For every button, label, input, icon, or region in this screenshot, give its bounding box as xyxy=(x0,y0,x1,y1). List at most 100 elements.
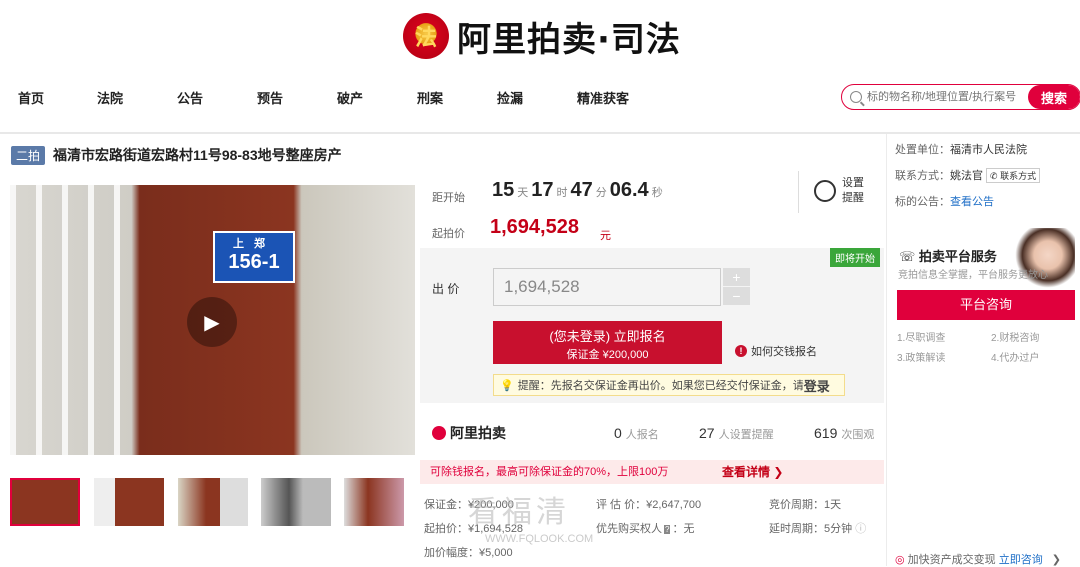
how-to-pay-text: 如何交钱报名 xyxy=(751,346,817,358)
unit-minutes: 分 xyxy=(595,187,607,199)
remind-label-2: 提醒 xyxy=(842,192,864,204)
view-details-link[interactable]: 查看详情 ❯ xyxy=(722,460,783,484)
promo-bar: 可除钱报名，最高可除保证金的70%，上限100万 查看详情 ❯ xyxy=(420,460,884,484)
consult-now-link[interactable]: 立即咨询 xyxy=(999,554,1043,566)
service-item[interactable]: 1.尽职调查 xyxy=(897,329,945,344)
thumbnail[interactable] xyxy=(178,478,248,526)
nav-item-bargain[interactable]: 捡漏 xyxy=(497,88,523,107)
brand-name: 阿里拍卖·司法 xyxy=(457,19,681,60)
countdown-timer: 15 天 17 时 47 分 06.4 秒 xyxy=(492,179,666,202)
plate-top-text: 上郑 xyxy=(233,238,275,250)
login-link[interactable]: 登录 xyxy=(804,376,830,395)
contact-name: 姚法官 xyxy=(950,170,983,182)
signup-count: 0 人报名 xyxy=(614,425,659,442)
service-title-text: 拍卖平台服务 xyxy=(918,249,997,264)
countdown-minutes: 47 xyxy=(570,179,593,201)
signup-count-value: 0 xyxy=(614,425,622,441)
service-subtitle: 竞拍信息全掌握，平台服务更放心 xyxy=(898,270,1048,281)
search-icon xyxy=(850,91,862,103)
search-button[interactable]: 搜索 xyxy=(1028,85,1080,109)
service-item[interactable]: 4.代办过户 xyxy=(991,349,1039,364)
priority-label: 优先购买权人 xyxy=(596,523,662,535)
start-price-label: 起拍价 xyxy=(432,228,465,240)
platform-consult-button[interactable]: 平台咨询 xyxy=(897,290,1075,320)
unit-seconds: 秒 xyxy=(651,187,663,199)
asset-cta-text: 加快资产成交变现 xyxy=(907,554,996,566)
countdown-hours: 17 xyxy=(531,179,554,201)
service-item[interactable]: 2.财税咨询 xyxy=(991,329,1039,344)
reminder-count-label: 人设置提醒 xyxy=(718,429,774,441)
court-info: 处置单位：福清市人民法院 xyxy=(895,141,1027,157)
headset-icon: ☏ xyxy=(899,249,919,264)
nav-item-court[interactable]: 法院 xyxy=(97,88,123,107)
how-to-pay-link[interactable]: ! 如何交钱报名 xyxy=(735,343,817,359)
start-price: 1,694,528 xyxy=(490,216,579,238)
bid-amount-input[interactable]: 1,694,528 xyxy=(493,268,721,306)
search-bar: 搜索 xyxy=(841,84,1080,110)
alarm-clock-icon[interactable] xyxy=(814,180,836,202)
promo-text: 可除钱报名，最高可除保证金的70%，上限100万 xyxy=(430,466,669,478)
info-icon: ! xyxy=(735,345,747,357)
notice-info: 标的公告：查看公告 xyxy=(895,193,994,209)
search-input[interactable] xyxy=(867,91,1027,103)
nav-item-precise[interactable]: 精准获客 xyxy=(577,88,629,107)
court-label: 处置单位： xyxy=(895,144,950,156)
nav-item-preview[interactable]: 预告 xyxy=(257,88,283,107)
help-icon[interactable]: ? xyxy=(664,525,671,534)
reminder-count: 27 人设置提醒 xyxy=(699,425,774,442)
decrease-bid-button[interactable]: − xyxy=(723,287,750,305)
play-video-icon[interactable]: ▶ xyxy=(187,297,237,347)
item-title: 福清市宏路街道宏路村11号98-83地号整座房产 xyxy=(53,147,342,163)
court-name: 福清市人民法院 xyxy=(950,144,1027,156)
status-badge: 即将开始 xyxy=(830,248,880,267)
reminder-count-value: 27 xyxy=(699,425,715,441)
coin-icon: ◎ xyxy=(895,554,908,566)
notice-label: 标的公告： xyxy=(895,196,950,208)
thumbnail[interactable] xyxy=(344,478,404,526)
nav-item-criminal[interactable]: 刑案 xyxy=(417,88,443,107)
tip-text: 提醒：先报名交保证金再出价。如果您已经交付保证金，请 xyxy=(517,380,804,392)
ali-logo-text: 阿里拍卖 xyxy=(450,425,506,441)
tip-banner: 💡 提醒：先报名交保证金再出价。如果您已经交付保证金，请 登录 xyxy=(493,374,845,396)
signup-button[interactable]: (您未登录) 立即报名 保证金 ¥200,000 xyxy=(493,321,722,364)
thumbnail[interactable] xyxy=(10,478,80,526)
contact-label: 联系方式： xyxy=(895,170,950,182)
chevron-right-icon[interactable]: ❯ xyxy=(1052,554,1061,566)
watermark: 看福清 xyxy=(468,495,570,530)
countdown-label: 距开始 xyxy=(432,192,465,204)
plate-number-text: 156-1 xyxy=(228,251,280,273)
thumbnail[interactable] xyxy=(261,478,331,526)
window-grille xyxy=(10,185,140,455)
site-logo[interactable]: 法 阿里拍卖·司法 xyxy=(403,12,681,60)
stats-row: 阿里拍卖 0 人报名 27 人设置提醒 619 次围观 xyxy=(432,423,882,443)
view-count: 619 次围观 xyxy=(814,425,874,442)
contact-button-label: 联系方式 xyxy=(1000,171,1037,181)
signup-count-label: 人报名 xyxy=(625,429,659,441)
nav-item-home[interactable]: 首页 xyxy=(18,88,44,107)
item-title-row: 二拍 福清市宏路街道宏路村11号98-83地号整座房产 xyxy=(11,145,342,165)
help-icon[interactable]: ⓘ xyxy=(855,523,866,535)
house-number-plate: 上郑 156-1 xyxy=(213,231,295,283)
delay-info: 延时周期：5分钟 ⓘ xyxy=(769,520,866,536)
thumbnail[interactable] xyxy=(94,478,164,526)
set-reminder-button[interactable]: 设置 提醒 xyxy=(842,176,864,206)
contact-button[interactable]: ✆ 联系方式 xyxy=(986,168,1041,183)
eval-price-info: 评 估 价：¥2,647,700 xyxy=(596,499,702,511)
period-info: 竞价周期：1天 xyxy=(769,499,842,511)
asset-cta[interactable]: ◎ 加快资产成交变现 立即咨询 ❯ xyxy=(895,551,1061,567)
countdown-days: 15 xyxy=(492,179,515,201)
increase-bid-button[interactable]: + xyxy=(723,268,750,286)
remind-label-1: 设置 xyxy=(842,177,864,189)
phone-icon: ✆ xyxy=(990,171,998,181)
step-info: 加价幅度：¥5,000 xyxy=(424,547,513,559)
nav-item-bankruptcy[interactable]: 破产 xyxy=(337,88,363,107)
service-item[interactable]: 3.政策解读 xyxy=(897,349,945,364)
signup-label: (您未登录) 立即报名 xyxy=(549,329,666,344)
unit-hours: 时 xyxy=(556,187,568,199)
nav-item-notice[interactable]: 公告 xyxy=(177,88,203,107)
divider xyxy=(798,171,799,213)
ali-logo-icon xyxy=(432,426,446,440)
service-title: ☏ 拍卖平台服务 xyxy=(899,246,997,265)
delay-text: 延时周期：5分钟 xyxy=(769,523,853,535)
view-notice-link[interactable]: 查看公告 xyxy=(950,196,994,208)
